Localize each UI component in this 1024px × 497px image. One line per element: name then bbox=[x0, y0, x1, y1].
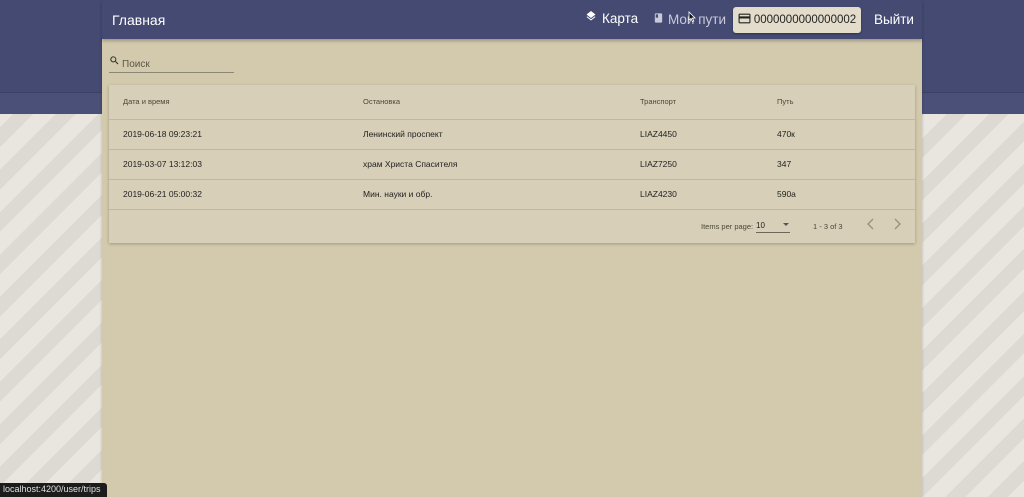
trips-table-card: Дата и время Остановка Транспорт Путь 20… bbox=[109, 85, 915, 243]
cell-route: 590а bbox=[777, 179, 915, 210]
table-row[interactable]: 2019-06-21 05:00:32 Мин. науки и обр. LI… bbox=[109, 179, 915, 210]
column-header-transport[interactable]: Транспорт bbox=[640, 85, 777, 120]
page-size-select[interactable]: 10 bbox=[756, 218, 790, 233]
column-header-datetime[interactable]: Дата и время bbox=[109, 85, 363, 120]
page-range-label: 1 - 3 of 3 bbox=[813, 222, 843, 231]
cell-datetime: 2019-03-07 13:12:03 bbox=[109, 149, 363, 180]
card-number: 0000000000000002 bbox=[753, 14, 857, 26]
cell-transport: LIAZ7250 bbox=[640, 149, 777, 180]
table-header-row: Дата и время Остановка Транспорт Путь bbox=[109, 85, 915, 120]
search-input[interactable] bbox=[122, 58, 230, 70]
previous-page-button[interactable] bbox=[866, 218, 876, 232]
cell-route: 470к bbox=[777, 119, 915, 150]
layers-icon bbox=[585, 11, 602, 26]
table-row[interactable]: 2019-03-07 13:12:03 храм Христа Спасител… bbox=[109, 149, 915, 180]
table-row[interactable]: 2019-06-18 09:23:21 Ленинский проспект L… bbox=[109, 119, 915, 150]
cell-route: 347 bbox=[777, 149, 915, 180]
search-icon bbox=[109, 53, 120, 71]
book-icon bbox=[653, 12, 668, 27]
cell-transport: LIAZ4450 bbox=[640, 119, 777, 150]
cell-datetime: 2019-06-21 05:00:32 bbox=[109, 179, 363, 210]
browser-status-url: localhost:4200/user/trips bbox=[0, 483, 107, 497]
cell-stop: Мин. науки и обр. bbox=[363, 179, 640, 210]
paginator: Items per page: 10 1 - 3 of 3 bbox=[109, 209, 915, 243]
trips-table: Дата и время Остановка Транспорт Путь 20… bbox=[109, 85, 915, 210]
chevron-left-icon bbox=[867, 218, 874, 230]
cell-stop: храм Христа Спасителя bbox=[363, 149, 640, 180]
credit-card-icon bbox=[738, 13, 754, 27]
cell-transport: LIAZ4230 bbox=[640, 179, 777, 210]
column-header-route[interactable]: Путь bbox=[777, 85, 915, 120]
next-page-button[interactable] bbox=[892, 218, 902, 232]
nav-map-button[interactable]: Карта bbox=[585, 11, 638, 26]
top-toolbar: Главная Карта Мои пути 0000000000000002 … bbox=[102, 0, 922, 39]
mouse-pointer-icon bbox=[687, 11, 697, 29]
column-header-stop[interactable]: Остановка bbox=[363, 85, 640, 120]
dropdown-arrow-icon bbox=[783, 223, 789, 226]
cell-stop: Ленинский проспект bbox=[363, 119, 640, 150]
app-title-link[interactable]: Главная bbox=[112, 12, 165, 28]
logout-button[interactable]: Выйти bbox=[874, 12, 914, 27]
page-size-value: 10 bbox=[756, 220, 765, 230]
items-per-page-label: Items per page: bbox=[701, 222, 754, 231]
card-button[interactable]: 0000000000000002 bbox=[733, 7, 861, 33]
nav-map-label: Карта bbox=[602, 11, 639, 26]
chevron-right-icon bbox=[894, 218, 901, 230]
search-field[interactable] bbox=[109, 52, 234, 73]
main-content: Дата и время Остановка Транспорт Путь 20… bbox=[102, 39, 922, 497]
cell-datetime: 2019-06-18 09:23:21 bbox=[109, 119, 363, 150]
